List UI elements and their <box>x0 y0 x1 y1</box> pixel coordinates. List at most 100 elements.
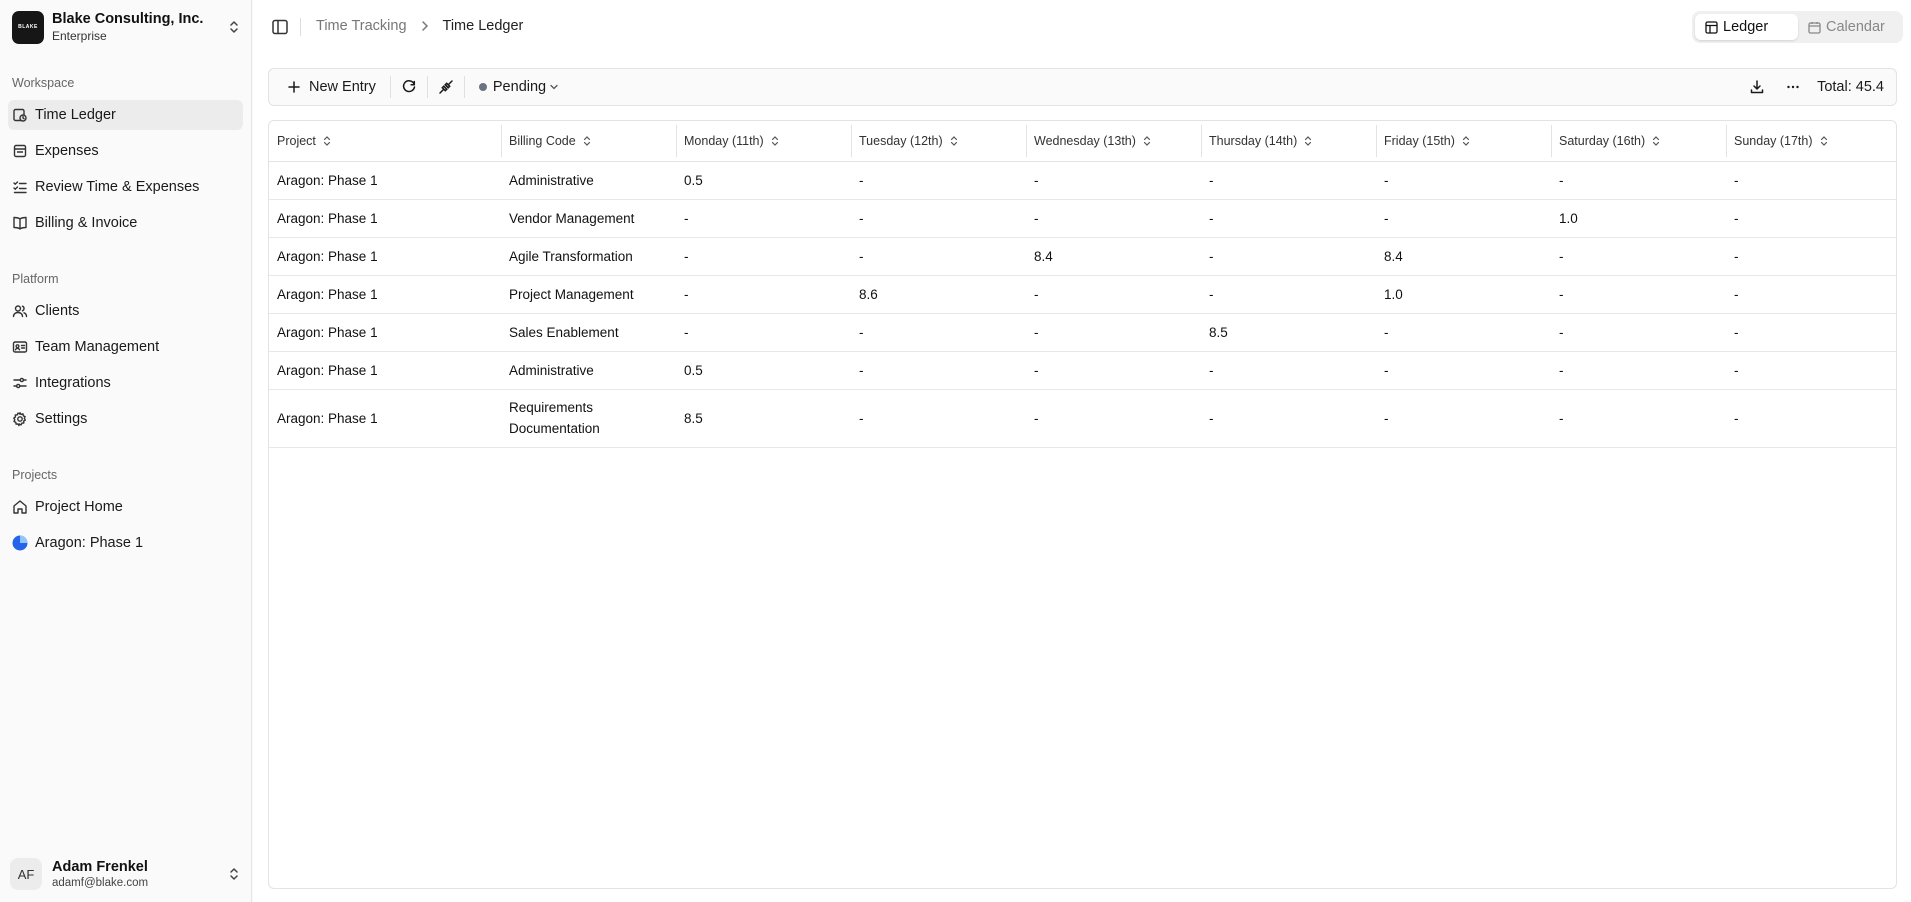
sidebar-item-integrations[interactable]: Integrations <box>8 368 243 398</box>
sliders-icon <box>12 375 28 391</box>
table-row[interactable]: Aragon: Phase 1 Vendor Management - - - - -1.0… <box>269 199 1896 238</box>
cell-thursday: - <box>1201 275 1376 314</box>
plus-icon <box>287 80 301 94</box>
more-button[interactable] <box>1775 69 1811 105</box>
status-filter-dropdown[interactable]: Pending <box>478 79 560 95</box>
column-header-wednesday[interactable]: Wednesday (13th) <box>1026 121 1201 162</box>
sidebar-item-time-ledger[interactable]: Time Ledger <box>8 100 243 130</box>
column-header-tuesday[interactable]: Tuesday (12th) <box>851 121 1026 162</box>
sidebar-item-team-management[interactable]: Team Management <box>8 332 243 362</box>
column-label: Thursday (14th) <box>1209 133 1298 148</box>
tab-calendar[interactable]: Calendar <box>1798 14 1895 40</box>
column-label: Wednesday (13th) <box>1034 133 1136 148</box>
cell-monday: - <box>676 275 851 314</box>
user-menu[interactable]: AF Adam Frenkel adamf@blake.com <box>10 855 242 893</box>
table-row[interactable]: Aragon: Phase 1 Administrative 0.5- - - - - - <box>269 351 1896 390</box>
sidebar-item-label: Integrations <box>35 375 111 391</box>
sidebar-item-review[interactable]: Review Time & Expenses <box>8 172 243 202</box>
cell-sunday: - <box>1726 351 1896 390</box>
table-row[interactable]: Aragon: Phase 1 Requirements Documentatio… <box>269 389 1896 448</box>
new-entry-button[interactable]: New Entry <box>287 79 376 95</box>
cell-friday: 1.0 <box>1376 275 1551 314</box>
view-toggle: Ledger Calendar <box>1692 11 1903 43</box>
column-header-monday[interactable]: Monday (11th) <box>676 121 851 162</box>
column-header-saturday[interactable]: Saturday (16th) <box>1551 121 1726 162</box>
column-header-billing-code[interactable]: Billing Code <box>501 121 676 162</box>
sidebar-item-project-home[interactable]: Project Home <box>8 492 243 522</box>
status-dot <box>478 83 487 91</box>
table-row[interactable]: Aragon: Phase 1 Administrative 0.5- - - - - - <box>269 161 1896 200</box>
cell-project: Aragon: Phase 1 <box>269 237 501 276</box>
time-ledger-table: Project Billing Code Monday (11th) Tuesd… <box>268 120 1897 889</box>
column-header-friday[interactable]: Friday (15th) <box>1376 121 1551 162</box>
cell-saturday: - <box>1551 389 1726 448</box>
cell-billing-code: Agile Transformation <box>501 237 676 276</box>
table-row[interactable]: Aragon: Phase 1 Sales Enablement - - -8.5- - - <box>269 313 1896 352</box>
new-entry-label: New Entry <box>309 79 376 95</box>
chevrons-up-down-icon <box>226 866 242 882</box>
cell-saturday: 1.0 <box>1551 199 1726 238</box>
org-logo: BLAKE <box>12 10 44 44</box>
sidebar-item-clients[interactable]: Clients <box>8 296 243 326</box>
sidebar-toggle-icon[interactable] <box>271 18 289 36</box>
column-header-project[interactable]: Project <box>269 121 501 162</box>
cell-thursday: - <box>1201 389 1376 448</box>
sidebar-item-expenses[interactable]: Expenses <box>8 136 243 166</box>
cell-saturday: - <box>1551 313 1726 352</box>
connect-button[interactable] <box>428 69 464 105</box>
sort-icon <box>1650 135 1662 147</box>
avatar: AF <box>10 858 42 890</box>
cell-billing-code: Administrative <box>501 161 676 200</box>
main-content: New Entry Pending Total: 45.4 Project Bi… <box>253 54 1911 902</box>
sidebar-item-label: Settings <box>35 411 88 427</box>
table-row[interactable]: Aragon: Phase 1 Project Management -8.6- -1… <box>269 275 1896 314</box>
cell-project: Aragon: Phase 1 <box>269 275 501 314</box>
workspace-label: Workspace <box>12 76 75 90</box>
sidebar-item-label: Billing & Invoice <box>35 215 138 231</box>
column-header-thursday[interactable]: Thursday (14th) <box>1201 121 1376 162</box>
cell-saturday: - <box>1551 275 1726 314</box>
sidebar-item-aragon-phase-1[interactable]: Aragon: Phase 1 <box>8 528 243 558</box>
download-icon <box>1749 79 1765 95</box>
cell-billing-code: Vendor Management <box>501 199 676 238</box>
sort-icon <box>1818 135 1830 147</box>
cell-tuesday: 8.6 <box>851 275 1026 314</box>
sort-icon <box>948 135 960 147</box>
org-switcher[interactable]: BLAKE Blake Consulting, Inc. Enterprise <box>12 9 242 45</box>
cell-thursday: - <box>1201 199 1376 238</box>
cell-friday: - <box>1376 351 1551 390</box>
cell-thursday: - <box>1201 237 1376 276</box>
sidebar-item-label: Clients <box>35 303 80 319</box>
cell-wednesday: - <box>1026 313 1201 352</box>
tab-ledger[interactable]: Ledger <box>1695 14 1798 40</box>
download-button[interactable] <box>1739 69 1775 105</box>
cell-project: Aragon: Phase 1 <box>269 389 501 448</box>
sidebar-item-settings[interactable]: Settings <box>8 404 243 434</box>
user-name: Adam Frenkel <box>52 858 148 875</box>
table-header-row: Project Billing Code Monday (11th) Tuesd… <box>269 121 1896 162</box>
user-email: adamf@blake.com <box>52 876 149 889</box>
breadcrumb-time-tracking[interactable]: Time Tracking <box>316 18 407 34</box>
toolbar-divider <box>463 76 465 98</box>
cell-tuesday: - <box>851 313 1026 352</box>
breadcrumb-time-ledger: Time Ledger <box>442 18 524 34</box>
cell-monday: - <box>676 237 851 276</box>
plug-icon <box>438 79 454 95</box>
column-header-sunday[interactable]: Sunday (17th) <box>1726 121 1896 162</box>
table-row[interactable]: Aragon: Phase 1 Agile Transformation - -8.4… <box>269 237 1896 276</box>
toolbar: New Entry Pending Total: 45.4 <box>268 68 1897 106</box>
header-divider <box>300 18 301 36</box>
cell-project: Aragon: Phase 1 <box>269 161 501 200</box>
cell-wednesday: - <box>1026 275 1201 314</box>
sort-icon <box>1302 135 1314 147</box>
cell-monday: - <box>676 313 851 352</box>
cell-wednesday: - <box>1026 199 1201 238</box>
sidebar-item-billing[interactable]: Billing & Invoice <box>8 208 243 238</box>
sort-icon <box>581 135 593 147</box>
platform-label: Platform <box>12 272 59 286</box>
breadcrumb: Time Tracking Time Ledger <box>316 18 523 34</box>
sidebar-item-label: Review Time & Expenses <box>35 179 200 195</box>
cell-tuesday: - <box>851 351 1026 390</box>
refresh-button[interactable] <box>391 69 427 105</box>
cell-saturday: - <box>1551 351 1726 390</box>
